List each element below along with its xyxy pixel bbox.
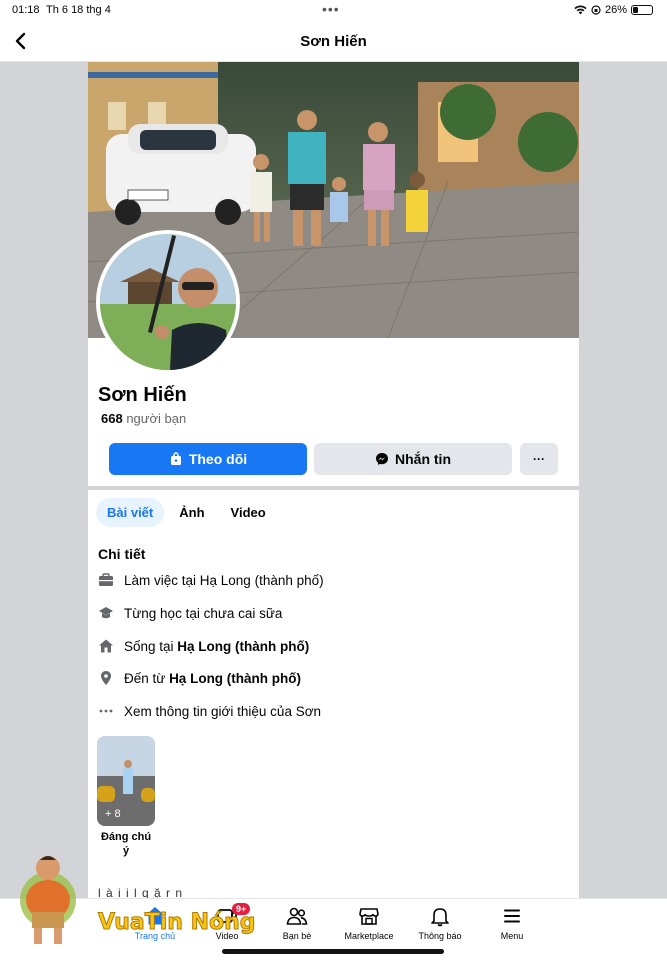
friends-icon xyxy=(286,907,308,925)
menu-icon xyxy=(504,909,520,923)
detail-lives-link[interactable]: Hạ Long (thành phố) xyxy=(177,639,309,654)
watermark: VuaTin Nóng xyxy=(10,850,260,950)
detail-more-info[interactable]: Xem thông tin giới thiệu của Sơn xyxy=(98,703,321,719)
status-date: Th 6 18 thg 4 xyxy=(46,4,111,16)
nav-friends[interactable]: Bạn bè xyxy=(262,905,332,941)
detail-lives: Sống tại Hạ Long (thành phố) xyxy=(98,638,309,654)
detail-from-prefix: Đến từ xyxy=(124,670,170,686)
status-right: 26% xyxy=(574,4,653,16)
detail-study: Từng học tại chưa cai sữa xyxy=(98,605,282,621)
battery-percent: 26% xyxy=(604,4,627,16)
featured-photo-card[interactable]: + 8 xyxy=(97,736,155,826)
status-time: 01:18 xyxy=(12,4,40,16)
follow-button[interactable]: Theo dõi xyxy=(109,443,307,475)
more-dots-icon xyxy=(99,709,113,713)
more-options-button[interactable]: ··· xyxy=(520,443,558,475)
profile-column: Sơn Hiến 668 người bạn Theo dõi Nhắn tin… xyxy=(88,62,579,898)
friend-count-number: 668 xyxy=(101,411,123,426)
nav-marketplace[interactable]: Marketplace xyxy=(334,905,404,941)
follow-button-label: Theo dõi xyxy=(188,451,248,467)
location-pin-icon xyxy=(101,671,111,685)
marketplace-icon xyxy=(359,908,379,925)
avatar-image xyxy=(100,234,236,370)
tab-photos[interactable]: Ảnh xyxy=(168,498,215,527)
detail-from: Đến từ Hạ Long (thành phố) xyxy=(98,670,301,686)
detail-work: Làm việc tại Hạ Long (thành phố) xyxy=(98,572,324,588)
wifi-icon xyxy=(574,5,587,15)
detail-from-link[interactable]: Hạ Long (thành phố) xyxy=(169,671,301,686)
bell-icon xyxy=(431,908,449,927)
nav-marketplace-label: Marketplace xyxy=(344,931,394,941)
nav-friends-label: Bạn bè xyxy=(282,931,312,941)
details-title: Chi tiết xyxy=(98,546,146,562)
detail-lives-text: Sống tại Hạ Long (thành phố) xyxy=(124,639,309,654)
detail-study-text: Từng học tại chưa cai sữa xyxy=(124,605,283,621)
watermark-text: VuaTin Nóng xyxy=(98,910,257,936)
section-divider xyxy=(88,486,579,490)
detail-more-info-text: Xem thông tin giới thiệu của Sơn xyxy=(124,703,322,719)
mascot-icon xyxy=(20,856,76,944)
battery-fill xyxy=(633,7,638,13)
briefcase-icon xyxy=(99,573,113,586)
message-button-label: Nhắn tin xyxy=(395,451,451,467)
graduation-cap-icon xyxy=(99,607,113,619)
follow-icon xyxy=(170,452,181,465)
tab-posts[interactable]: Bài viết xyxy=(96,498,165,527)
friend-count-label: người bạn xyxy=(126,411,187,426)
multitasking-dots-icon[interactable]: ••• xyxy=(322,1,340,17)
profile-tabs: Bài viết Ảnh Video xyxy=(96,498,277,527)
battery-icon xyxy=(631,5,653,15)
avatar[interactable] xyxy=(96,230,240,374)
message-button[interactable]: Nhắn tin xyxy=(314,443,512,475)
home-icon xyxy=(99,639,113,653)
featured-count: + 8 xyxy=(105,808,121,820)
nav-notifications-label: Thông báo xyxy=(418,931,462,941)
messenger-icon xyxy=(376,453,388,465)
tab-videos[interactable]: Video xyxy=(220,498,277,527)
nav-notifications[interactable]: Thông báo xyxy=(405,905,475,941)
detail-from-text: Đến từ Hạ Long (thành phố) xyxy=(124,671,301,686)
home-indicator xyxy=(222,949,444,954)
nav-menu[interactable]: Menu xyxy=(477,905,547,941)
page-title: Sơn Hiến xyxy=(300,33,367,50)
nav-bar: Sơn Hiến xyxy=(0,22,667,62)
status-bar: 01:18 Th 6 18 thg 4 ••• 26% xyxy=(0,0,667,22)
nav-menu-label: Menu xyxy=(500,931,524,941)
friend-count[interactable]: 668 người bạn xyxy=(101,411,186,426)
profile-name: Sơn Hiến xyxy=(98,384,187,406)
detail-work-text: Làm việc tại Hạ Long (thành phố) xyxy=(124,572,324,588)
detail-lives-prefix: Sống tại xyxy=(124,638,178,654)
orientation-lock-icon xyxy=(591,5,601,15)
